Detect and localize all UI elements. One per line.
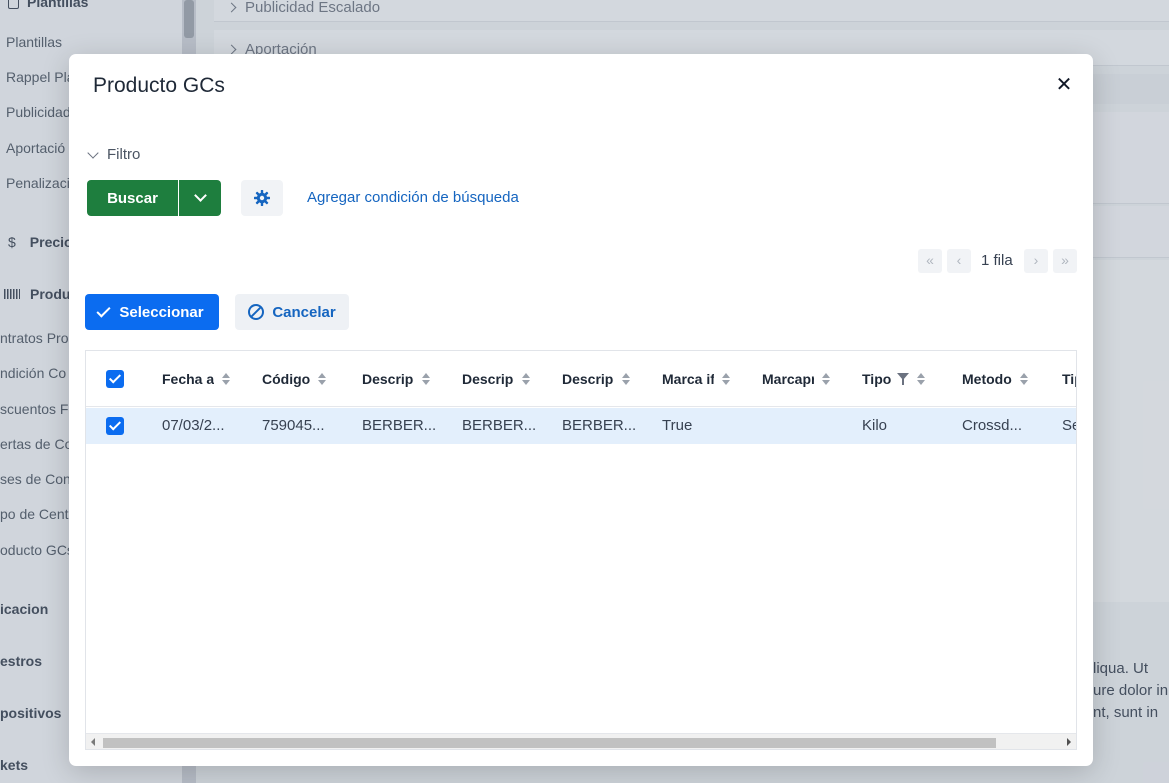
table-cell	[762, 408, 842, 444]
column-label: Marca if	[662, 371, 714, 387]
column-header[interactable]: Tipo	[862, 351, 926, 407]
settings-button[interactable]	[241, 180, 283, 216]
modal-title: Producto GCs	[93, 74, 225, 97]
column-label: Tipo	[862, 371, 892, 387]
add-search-condition-link[interactable]: Agregar condición de búsqueda	[307, 189, 519, 206]
column-header[interactable]: Descripc	[462, 351, 530, 407]
filter-label: Filtro	[107, 146, 141, 163]
scrollbar-thumb[interactable]	[103, 738, 996, 748]
buscar-button[interactable]: Buscar	[87, 180, 178, 216]
table-cell: 759045...	[262, 417, 325, 434]
seleccionar-label: Seleccionar	[119, 303, 204, 321]
table-cell: True	[662, 417, 693, 434]
column-label: Descripc	[462, 371, 514, 387]
pager-row-count: 1 fila	[981, 252, 1013, 269]
buscar-dropdown-button[interactable]	[179, 180, 221, 216]
column-label: Fecha al	[162, 371, 214, 387]
table-row[interactable]: 07/03/2... 759045... BERBER... BERBER...…	[86, 408, 1076, 444]
sort-icon[interactable]	[722, 373, 730, 385]
chevron-down-icon	[87, 146, 99, 159]
close-icon: ✕	[1055, 74, 1073, 96]
column-header[interactable]: Código	[262, 351, 327, 407]
sort-icon[interactable]	[222, 373, 230, 385]
table-cell: Kilo	[862, 417, 888, 434]
producto-gcs-modal: Producto GCs ✕ Filtro Buscar Agregar con…	[69, 54, 1093, 766]
column-label: Descripc	[562, 371, 614, 387]
column-header[interactable]: Fecha al	[162, 351, 230, 407]
table-cell: Crossd...	[962, 417, 1023, 434]
sort-icon[interactable]	[422, 373, 430, 385]
chevron-down-icon	[193, 189, 207, 202]
scroll-left-icon[interactable]	[91, 738, 95, 746]
sort-icon[interactable]	[1019, 373, 1028, 385]
column-label: Tip	[1062, 371, 1076, 387]
sort-icon[interactable]	[917, 373, 926, 385]
row-checkbox[interactable]	[106, 417, 124, 435]
close-button[interactable]: ✕	[1053, 74, 1075, 96]
gear-icon	[254, 190, 270, 206]
sort-icon[interactable]	[318, 373, 327, 385]
column-label: Metodo	[962, 371, 1012, 387]
column-header[interactable]: Metodo	[962, 351, 1028, 407]
sort-icon[interactable]	[522, 373, 530, 385]
seleccionar-button[interactable]: Seleccionar	[85, 294, 219, 330]
column-header[interactable]: Descripc	[562, 351, 630, 407]
ban-icon	[248, 304, 265, 320]
column-label: Marcapr	[762, 371, 814, 387]
column-header[interactable]: Tip	[1062, 351, 1076, 407]
column-header[interactable]: Marcapr	[762, 351, 830, 407]
column-header[interactable]: Marca if	[662, 351, 730, 407]
table-cell: 07/03/2...	[162, 417, 225, 434]
select-all-checkbox[interactable]	[106, 370, 124, 388]
sort-icon[interactable]	[622, 373, 630, 385]
pager-last-button[interactable]: »	[1053, 249, 1077, 273]
column-label: Código	[262, 371, 311, 387]
pager-prev-button[interactable]: ‹	[947, 249, 971, 273]
data-grid: Fecha al Código Descripc Descripc Descri…	[85, 350, 1077, 750]
table-cell: BERBER...	[362, 417, 437, 434]
table-cell: Se	[1062, 417, 1076, 434]
column-label: Descripc	[362, 371, 414, 387]
filter-toggle[interactable]: Filtro	[85, 146, 140, 163]
scroll-right-icon[interactable]	[1067, 738, 1071, 746]
sort-icon[interactable]	[822, 373, 830, 385]
check-icon	[96, 302, 111, 318]
pager-first-button[interactable]: «	[918, 249, 942, 273]
grid-header: Fecha al Código Descripc Descripc Descri…	[86, 351, 1076, 407]
cancelar-button[interactable]: Cancelar	[235, 294, 349, 330]
column-header[interactable]: Descripc	[362, 351, 430, 407]
filter-icon[interactable]	[897, 373, 910, 385]
horizontal-scrollbar[interactable]	[86, 733, 1076, 749]
table-cell: BERBER...	[462, 417, 537, 434]
table-cell: BERBER...	[562, 417, 637, 434]
cancelar-label: Cancelar	[272, 303, 336, 321]
pager-next-button[interactable]: ›	[1024, 249, 1048, 273]
